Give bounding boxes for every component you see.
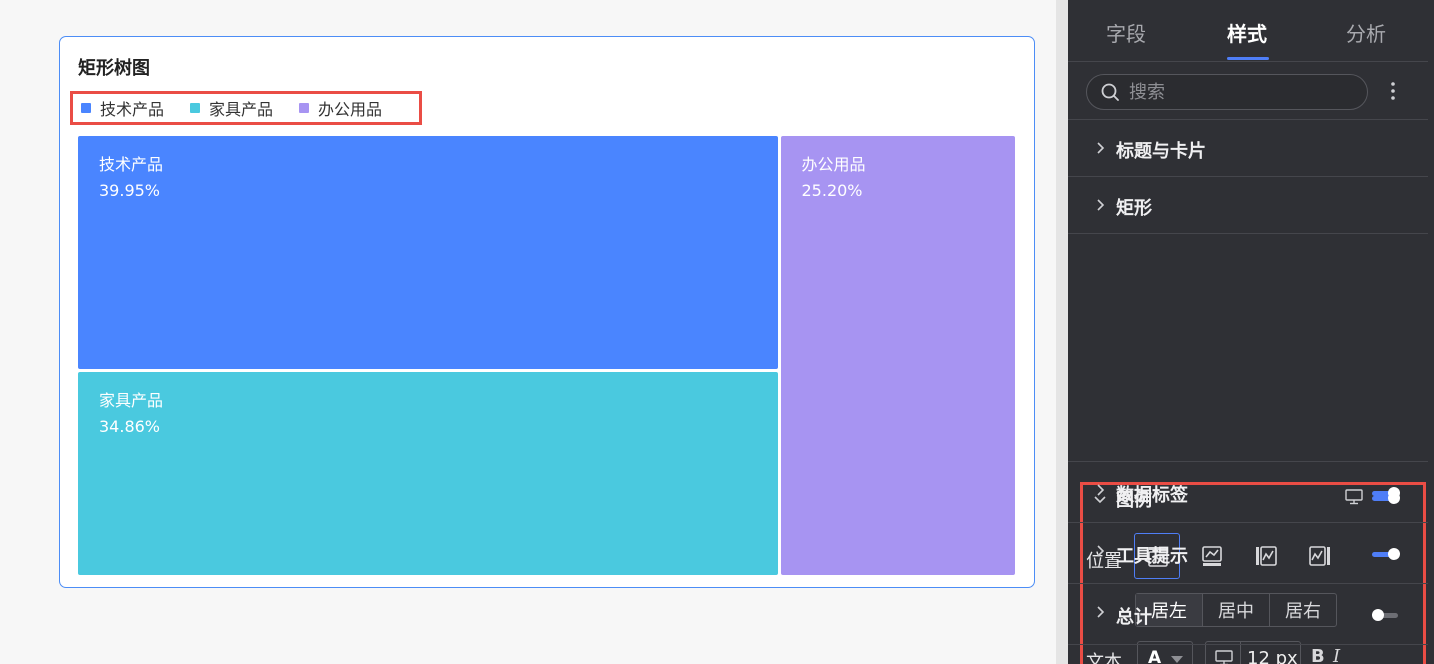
treemap-card[interactable]: 矩形树图 技术产品 家具产品 办公用品 技术产品 39.95% 家具产品 34.… <box>59 36 1035 588</box>
section-header[interactable]: 工具提示 <box>1068 523 1428 581</box>
divider <box>1240 642 1241 664</box>
legend-swatch <box>190 103 201 113</box>
total-toggle[interactable] <box>1372 609 1400 621</box>
legend-label: 技术产品 <box>100 100 165 119</box>
tab-analysis[interactable]: 分析 <box>1346 18 1386 47</box>
tab-fields[interactable]: 字段 <box>1106 18 1146 47</box>
section-total: 总计 <box>1068 584 1428 645</box>
section-title: 标题与卡片 <box>1116 141 1206 162</box>
section-header[interactable]: 总计 <box>1068 584 1428 642</box>
panel-tabs: 字段 样式 分析 <box>1068 0 1428 62</box>
tooltip-toggle[interactable] <box>1372 548 1400 560</box>
search-box[interactable] <box>1086 74 1368 110</box>
legend-swatch <box>299 103 310 113</box>
monitor-icon <box>1215 650 1233 664</box>
section-tooltip: 工具提示 <box>1068 523 1428 584</box>
panel-divider[interactable] <box>1056 0 1068 664</box>
section-title-card: 标题与卡片 <box>1068 120 1428 177</box>
text-label: 文本 <box>1086 652 1122 664</box>
chevron-right-icon <box>1097 545 1105 557</box>
toggle-knob <box>1372 609 1384 621</box>
section-title: 总计 <box>1116 607 1152 628</box>
search-row <box>1068 62 1428 120</box>
tab-style[interactable]: 样式 <box>1227 18 1267 47</box>
treemap-plot: 技术产品 39.95% 家具产品 34.86% 办公用品 25.20% <box>78 136 1015 575</box>
font-size-value[interactable]: 12 px <box>1247 648 1298 664</box>
style-panel: 字段 样式 分析 标题与卡片 矩形 图例 <box>1068 0 1434 664</box>
active-tab-indicator <box>1227 57 1269 60</box>
chevron-right-icon <box>1097 142 1105 154</box>
data-label-toggle[interactable] <box>1372 487 1400 499</box>
font-color-glyph: A <box>1148 648 1162 664</box>
cell-percent: 34.86% <box>99 416 161 436</box>
cell-name: 办公用品 <box>801 155 866 174</box>
more-options-icon[interactable] <box>1390 80 1396 102</box>
legend-item-office[interactable]: 办公用品 <box>299 96 382 120</box>
cell-percent: 39.95% <box>99 181 161 200</box>
toggle-knob <box>1388 548 1400 560</box>
cell-percent: 25.20% <box>801 181 863 200</box>
search-input[interactable] <box>1129 79 1349 105</box>
chevron-right-icon <box>1097 606 1105 618</box>
chart-canvas: 矩形树图 技术产品 家具产品 办公用品 技术产品 39.95% 家具产品 34.… <box>0 0 1056 664</box>
legend-swatch <box>81 103 91 113</box>
caret-down-icon <box>1171 656 1183 663</box>
search-icon <box>1101 83 1119 101</box>
bold-button[interactable]: B <box>1311 646 1325 664</box>
chart-title: 矩形树图 <box>78 58 150 79</box>
section-rect: 矩形 <box>1068 177 1428 234</box>
section-header[interactable]: 矩形 <box>1068 177 1428 235</box>
section-data-label: 数据标签 <box>1068 462 1428 523</box>
chart-legend: 技术产品 家具产品 办公用品 <box>70 91 422 125</box>
cell-name: 家具产品 <box>99 390 164 410</box>
section-title: 数据标签 <box>1116 485 1188 506</box>
treemap-cell-tech[interactable]: 技术产品 39.95% <box>78 136 778 369</box>
legend-label: 办公用品 <box>318 100 383 119</box>
legend-item-tech[interactable]: 技术产品 <box>81 96 164 120</box>
toggle-knob <box>1388 487 1400 499</box>
treemap-cell-office[interactable]: 办公用品 25.20% <box>780 136 1015 575</box>
section-header[interactable]: 数据标签 <box>1068 462 1428 520</box>
section-legend: 图例 位置 居左 居中 居右 文本 A 12 px B I <box>1068 234 1428 664</box>
italic-button[interactable]: I <box>1333 646 1340 664</box>
section-title: 矩形 <box>1116 198 1152 219</box>
chevron-right-icon <box>1097 484 1105 496</box>
legend-item-furniture[interactable]: 家具产品 <box>190 96 273 120</box>
chevron-right-icon <box>1097 199 1105 211</box>
section-title: 工具提示 <box>1116 546 1188 567</box>
legend-label: 家具产品 <box>209 100 274 119</box>
section-header[interactable]: 标题与卡片 <box>1068 120 1428 178</box>
treemap-cell-furniture[interactable]: 家具产品 34.86% <box>78 371 778 575</box>
cell-name: 技术产品 <box>99 155 164 174</box>
